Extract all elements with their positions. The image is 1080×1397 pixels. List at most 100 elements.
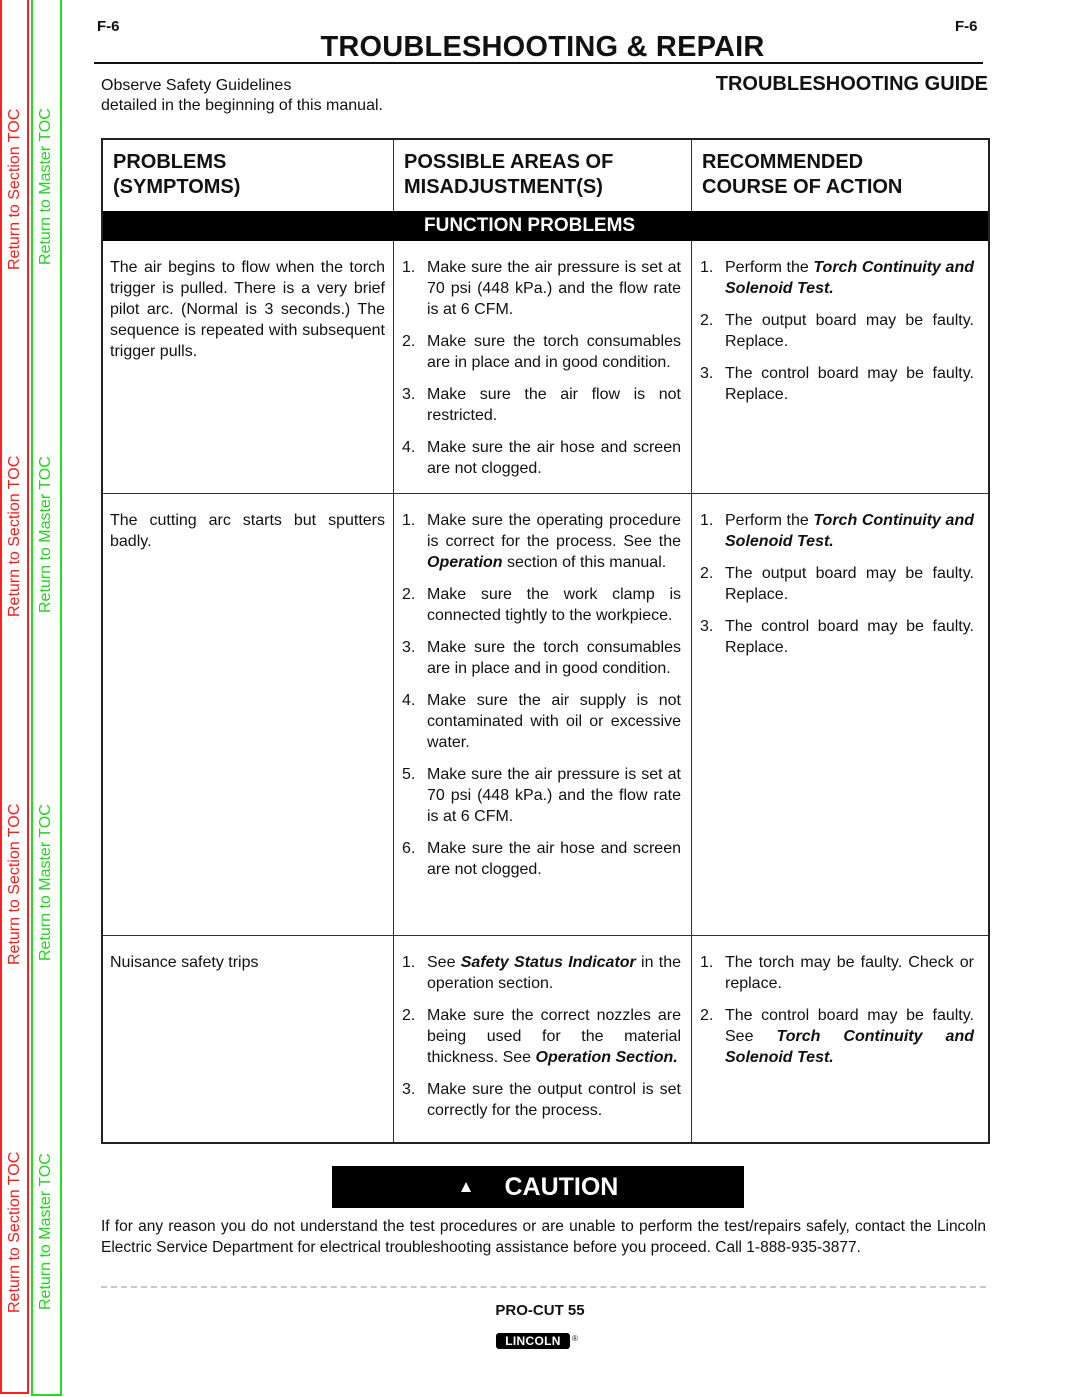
item-number: 3. <box>402 639 416 656</box>
item-text-plain: The torch may be faulty. Check or replac… <box>725 954 974 992</box>
item-text: The control board may be faulty. See Tor… <box>725 1005 974 1068</box>
misadjustments-list: 1. See Safety Status Indicator in the ope… <box>402 952 681 1121</box>
item-text: Make sure the air flow is not restricted… <box>427 386 681 424</box>
caution-label: CAUTION <box>504 1172 619 1201</box>
item-text-plain: Perform the <box>725 259 814 276</box>
item-number: 2. <box>402 333 416 350</box>
action-item: 2. The output board may be faulty. Replac… <box>700 563 974 605</box>
misadjustment-item: 1. Make sure the air pressure is set at 7… <box>402 257 681 320</box>
return-to-section-toc-link[interactable]: Return to Section TOC <box>6 456 24 617</box>
misadjustment-item: 2. Make sure the work clamp is connected … <box>402 584 681 626</box>
item-number: 1. <box>402 954 416 971</box>
action-item: 2. The control board may be faulty. See T… <box>700 1005 974 1068</box>
item-text: The torch may be faulty. Check or replac… <box>725 952 974 994</box>
column-header-misadjustments: POSSIBLE AREAS OF MISADJUSTMENT(S) <box>394 140 692 211</box>
item-number: 1. <box>700 512 714 529</box>
table-body: The air begins to flow when the torch tr… <box>103 241 988 1142</box>
section-toc-bar[interactable]: Return to Section TOC Return to Section … <box>0 0 29 1394</box>
item-number: 1. <box>402 512 416 529</box>
actions-list: 1. The torch may be faulty. Check or repl… <box>700 952 974 1068</box>
symptom-cell: The air begins to flow when the torch tr… <box>103 241 394 493</box>
item-text-plain: See <box>427 954 461 971</box>
course-of-action-cell: 1. Perform the Torch Continuity and Solen… <box>692 494 988 935</box>
item-text-plain: The output board may be faulty. Replace. <box>725 312 974 350</box>
master-toc-bar[interactable]: Return to Master TOC Return to Master TO… <box>31 0 62 1396</box>
item-number: 2. <box>700 565 714 582</box>
item-text: Make sure the torch consumables are in p… <box>427 639 681 677</box>
return-to-master-toc-link[interactable]: Return to Master TOC <box>37 1153 55 1310</box>
safety-note-line2: detailed in the beginning of this manual… <box>101 97 383 114</box>
item-number: 3. <box>700 618 714 635</box>
misadjustment-item: 4. Make sure the air hose and screen are … <box>402 437 681 479</box>
misadjustment-item: 2. Make sure the torch consumables are in… <box>402 331 681 373</box>
item-number: 2. <box>700 1007 714 1024</box>
actions-list: 1. Perform the Torch Continuity and Solen… <box>700 257 974 405</box>
misadjustments-cell: 1. Make sure the air pressure is set at 7… <box>394 241 692 493</box>
misadjustment-item: 5. Make sure the air pressure is set at 7… <box>402 764 681 827</box>
warning-triangle-icon: ▲ <box>457 1177 475 1196</box>
caution-banner: ▲ CAUTION <box>332 1166 744 1208</box>
misadjustments-list: 1. Make sure the operating procedure is c… <box>402 510 681 880</box>
caution-text: If for any reason you do not understand … <box>101 1218 986 1256</box>
item-number: 4. <box>402 692 416 709</box>
item-text-plain: Perform the <box>725 512 814 529</box>
item-text: The control board may be faulty. Replace… <box>725 616 974 658</box>
action-item: 1. Perform the Torch Continuity and Solen… <box>700 257 974 299</box>
misadjustment-item: 4. Make sure the air supply is not contam… <box>402 690 681 753</box>
return-to-section-toc-link[interactable]: Return to Section TOC <box>6 804 24 965</box>
item-text-plain: The control board may be faulty. Replace… <box>725 618 974 656</box>
footer-divider <box>101 1286 986 1288</box>
return-to-section-toc-link[interactable]: Return to Section TOC <box>6 1152 24 1313</box>
item-text: Make sure the air pressure is set at 70 … <box>427 259 681 318</box>
item-text: The control board may be faulty. Replace… <box>725 363 974 405</box>
misadjustment-item: 3. Make sure the air flow is not restrict… <box>402 384 681 426</box>
misadjustments-list: 1. Make sure the air pressure is set at 7… <box>402 257 681 479</box>
item-number: 1. <box>402 259 416 276</box>
item-text: Make sure the correct nozzles are being … <box>427 1005 681 1068</box>
table-row: The cutting arc starts but sputters badl… <box>103 493 988 935</box>
item-text: Make sure the operating procedure is cor… <box>427 510 681 573</box>
action-item: 1. The torch may be faulty. Check or repl… <box>700 952 974 994</box>
item-text: The output board may be faulty. Replace. <box>725 310 974 352</box>
item-number: 3. <box>402 386 416 403</box>
return-to-section-toc-link[interactable]: Return to Section TOC <box>6 109 24 270</box>
item-number: 3. <box>402 1081 416 1098</box>
item-text-reference: Operation Section. <box>535 1049 678 1066</box>
item-text: The output board may be faulty. Replace. <box>725 563 974 605</box>
registered-mark: ® <box>572 1334 578 1343</box>
misadjustments-cell: 1. See Safety Status Indicator in the ope… <box>394 936 692 1142</box>
item-number: 1. <box>700 954 714 971</box>
action-item: 3. The control board may be faulty. Repla… <box>700 363 974 405</box>
item-text: Perform the Torch Continuity and Solenoi… <box>725 257 974 299</box>
title-divider <box>94 62 983 64</box>
action-item: 2. The output board may be faulty. Replac… <box>700 310 974 352</box>
item-text-plain: section of this manual. <box>502 554 667 571</box>
lincoln-electric-logo: ELECTRIC LINCOLN ® <box>494 1333 584 1363</box>
safety-note-line1: Observe Safety Guidelines <box>101 77 292 94</box>
item-number: 2. <box>402 1007 416 1024</box>
item-number: 5. <box>402 766 416 783</box>
return-to-master-toc-link[interactable]: Return to Master TOC <box>37 108 55 265</box>
item-text-plain: Make sure the operating procedure is cor… <box>427 512 681 550</box>
safety-note: Observe Safety Guidelines detailed in th… <box>101 76 383 116</box>
misadjustment-item: 3. Make sure the torch consumables are in… <box>402 637 681 679</box>
troubleshooting-table: PROBLEMS (SYMPTOMS) POSSIBLE AREAS OF MI… <box>101 138 990 1144</box>
item-text: Make sure the torch consumables are in p… <box>427 333 681 371</box>
item-number: 6. <box>402 840 416 857</box>
item-text: See Safety Status Indicator in the opera… <box>427 952 681 994</box>
misadjustment-item: 1. See Safety Status Indicator in the ope… <box>402 952 681 994</box>
item-number: 1. <box>700 259 714 276</box>
symptom-cell: The cutting arc starts but sputters badl… <box>103 494 394 935</box>
item-text-reference: Safety Status Indicator <box>460 954 636 971</box>
item-text: Perform the Torch Continuity and Solenoi… <box>725 510 974 552</box>
item-text-reference: Operation <box>427 554 503 571</box>
item-text: Make sure the air hose and screen are no… <box>427 840 681 878</box>
table-header: PROBLEMS (SYMPTOMS) POSSIBLE AREAS OF MI… <box>103 140 988 211</box>
actions-list: 1. Perform the Torch Continuity and Solen… <box>700 510 974 658</box>
item-text-plain: The output board may be faulty. Replace. <box>725 565 974 603</box>
item-number: 2. <box>402 586 416 603</box>
model-name: PRO-CUT 55 <box>495 1302 585 1319</box>
return-to-master-toc-link[interactable]: Return to Master TOC <box>37 804 55 961</box>
table-row: The air begins to flow when the torch tr… <box>103 241 988 493</box>
return-to-master-toc-link[interactable]: Return to Master TOC <box>37 456 55 613</box>
